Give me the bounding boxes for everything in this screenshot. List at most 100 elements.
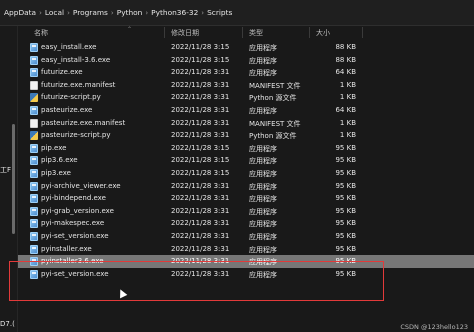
file-row[interactable]: easy_install.exe 2022/11/28 3:15 应用程序 88 KB: [18, 41, 474, 54]
file-row[interactable]: futurize.exe 2022/11/28 3:31 应用程序 64 KB: [18, 66, 474, 79]
file-size: 95 KB: [335, 143, 356, 152]
file-name: pasteurize-script.py: [41, 131, 111, 140]
file-date: 2022/11/28 3:31: [171, 231, 230, 240]
file-size: 95 KB: [335, 168, 356, 177]
file-date: 2022/11/28 3:15: [171, 156, 230, 165]
column-divider[interactable]: [309, 27, 310, 38]
file-size: 64 KB: [335, 68, 356, 77]
exe-icon: [30, 156, 38, 166]
file-type: 应用程序: [249, 56, 277, 65]
file-type: 应用程序: [249, 144, 277, 153]
file-type: Python 源文件: [249, 94, 297, 103]
file-type: 应用程序: [249, 220, 277, 229]
column-header-type[interactable]: 类型: [249, 28, 263, 38]
file-date: 2022/11/28 3:15: [171, 55, 230, 64]
file-type: 应用程序: [249, 106, 277, 115]
file-row[interactable]: pyi-set_version.exe 2022/11/28 3:31 应用程序 95…: [18, 230, 474, 243]
file-row[interactable]: pyinstaller.exe 2022/11/28 3:31 应用程序 95 KB: [18, 243, 474, 256]
file-size: 88 KB: [335, 55, 356, 64]
file-name: pyi-bindepend.exe: [41, 194, 106, 203]
file-list: easy_install.exe 2022/11/28 3:15 应用程序 88 KB…: [18, 41, 474, 280]
file-size: 95 KB: [335, 231, 356, 240]
breadcrumb-separator: ›: [145, 8, 149, 17]
file-row[interactable]: pasteurize-script.py 2022/11/28 3:31 Pytho…: [18, 129, 474, 142]
file-name: pyi-grab_version.exe: [41, 206, 114, 215]
python-file-icon: [30, 131, 38, 141]
file-icon: [30, 80, 38, 90]
file-name: easy_install-3.6.exe: [41, 55, 111, 64]
file-name: easy_install.exe: [41, 43, 97, 51]
address-bar[interactable]: AppData › Local › Programs › Python › Py…: [0, 0, 474, 26]
exe-icon: [30, 105, 38, 115]
column-divider[interactable]: [362, 27, 363, 38]
nav-pane-bottom-label: D7.(: [0, 320, 15, 328]
breadcrumb-python[interactable]: Python: [117, 8, 143, 17]
file-date: 2022/11/28 3:31: [171, 181, 230, 190]
file-size: 95 KB: [335, 219, 356, 228]
nav-pane-label: 工F: [0, 166, 12, 174]
file-name: pyi-archive_viewer.exe: [41, 181, 121, 190]
file-type: 应用程序: [249, 245, 277, 254]
file-date: 2022/11/28 3:31: [171, 219, 230, 228]
file-date: 2022/11/28 3:31: [171, 194, 230, 203]
breadcrumb-python36-32[interactable]: Python36-32: [151, 8, 198, 17]
column-header-size[interactable]: 大小: [316, 28, 330, 38]
file-row[interactable]: pyi-bindepend.exe 2022/11/28 3:31 应用程序 95 K…: [18, 192, 474, 205]
file-date: 2022/11/28 3:31: [171, 244, 230, 253]
file-size: 95 KB: [335, 206, 356, 215]
file-size: 95 KB: [335, 194, 356, 203]
file-size: 95 KB: [335, 244, 356, 253]
file-row[interactable]: futurize.exe.manifest 2022/11/28 3:31 MANI…: [18, 79, 474, 92]
breadcrumb-separator: ›: [201, 8, 205, 17]
python-file-icon: [30, 93, 38, 103]
file-row[interactable]: pyi-archive_viewer.exe 2022/11/28 3:31 应用程…: [18, 180, 474, 193]
exe-icon: [30, 55, 38, 65]
nav-scrollbar-thumb[interactable]: [12, 124, 15, 234]
file-date: 2022/11/28 3:31: [171, 206, 230, 215]
exe-icon: [30, 231, 38, 241]
breadcrumb-separator: ›: [110, 8, 114, 17]
exe-icon: [30, 168, 38, 178]
file-name: pasteurize.exe.manifest: [41, 118, 126, 127]
file-type: MANIFEST 文件: [249, 119, 301, 128]
column-divider[interactable]: [242, 27, 243, 38]
file-row[interactable]: futurize-script.py 2022/11/28 3:31 Python …: [18, 91, 474, 104]
exe-icon: [30, 219, 38, 229]
file-row[interactable]: pyi-grab_version.exe 2022/11/28 3:31 应用程序 9…: [18, 205, 474, 218]
file-icon: [30, 118, 38, 128]
exe-icon: [30, 43, 38, 52]
file-size: 95 KB: [335, 181, 356, 190]
file-row[interactable]: pip3.exe 2022/11/28 3:15 应用程序 95 KB: [18, 167, 474, 180]
exe-icon: [30, 68, 38, 78]
breadcrumb-scripts[interactable]: Scripts: [207, 8, 232, 17]
column-header-date[interactable]: 修改日期: [171, 28, 199, 38]
file-type: 应用程序: [249, 44, 277, 52]
breadcrumb-programs[interactable]: Programs: [73, 8, 108, 17]
breadcrumb-appdata[interactable]: AppData: [4, 8, 36, 17]
file-type: 应用程序: [249, 195, 277, 204]
column-divider[interactable]: [164, 27, 165, 38]
exe-icon: [30, 143, 38, 153]
file-name: pip3.exe: [41, 168, 71, 177]
file-row[interactable]: easy_install-3.6.exe 2022/11/28 3:15 应用程序 8…: [18, 54, 474, 67]
file-row[interactable]: pip3.6.exe 2022/11/28 3:15 应用程序 95 KB: [18, 154, 474, 167]
file-row[interactable]: pyi-makespec.exe 2022/11/28 3:31 应用程序 95 KB: [18, 217, 474, 230]
file-row[interactable]: pasteurize.exe.manifest 2022/11/28 3:31 MA…: [18, 117, 474, 130]
file-size: 1 KB: [339, 131, 356, 140]
file-date: 2022/11/28 3:31: [171, 93, 230, 102]
column-header-name[interactable]: 名称: [34, 28, 48, 38]
file-size: 64 KB: [335, 105, 356, 114]
file-row[interactable]: pip.exe 2022/11/28 3:15 应用程序 95 KB: [18, 142, 474, 155]
file-name: pip.exe: [41, 143, 67, 152]
breadcrumb-local[interactable]: Local: [45, 8, 64, 17]
breadcrumb-separator: ›: [67, 8, 70, 17]
file-type: 应用程序: [249, 182, 277, 191]
file-size: 1 KB: [339, 93, 356, 102]
sort-chevron-icon: ⌃: [127, 26, 133, 33]
file-date: 2022/11/28 3:31: [171, 68, 230, 77]
file-type: 应用程序: [249, 157, 277, 166]
file-date: 2022/11/28 3:31: [171, 118, 230, 127]
file-row[interactable]: pasteurize.exe 2022/11/28 3:31 应用程序 64 KB: [18, 104, 474, 117]
exe-icon: [30, 206, 38, 216]
file-type: 应用程序: [249, 232, 277, 241]
